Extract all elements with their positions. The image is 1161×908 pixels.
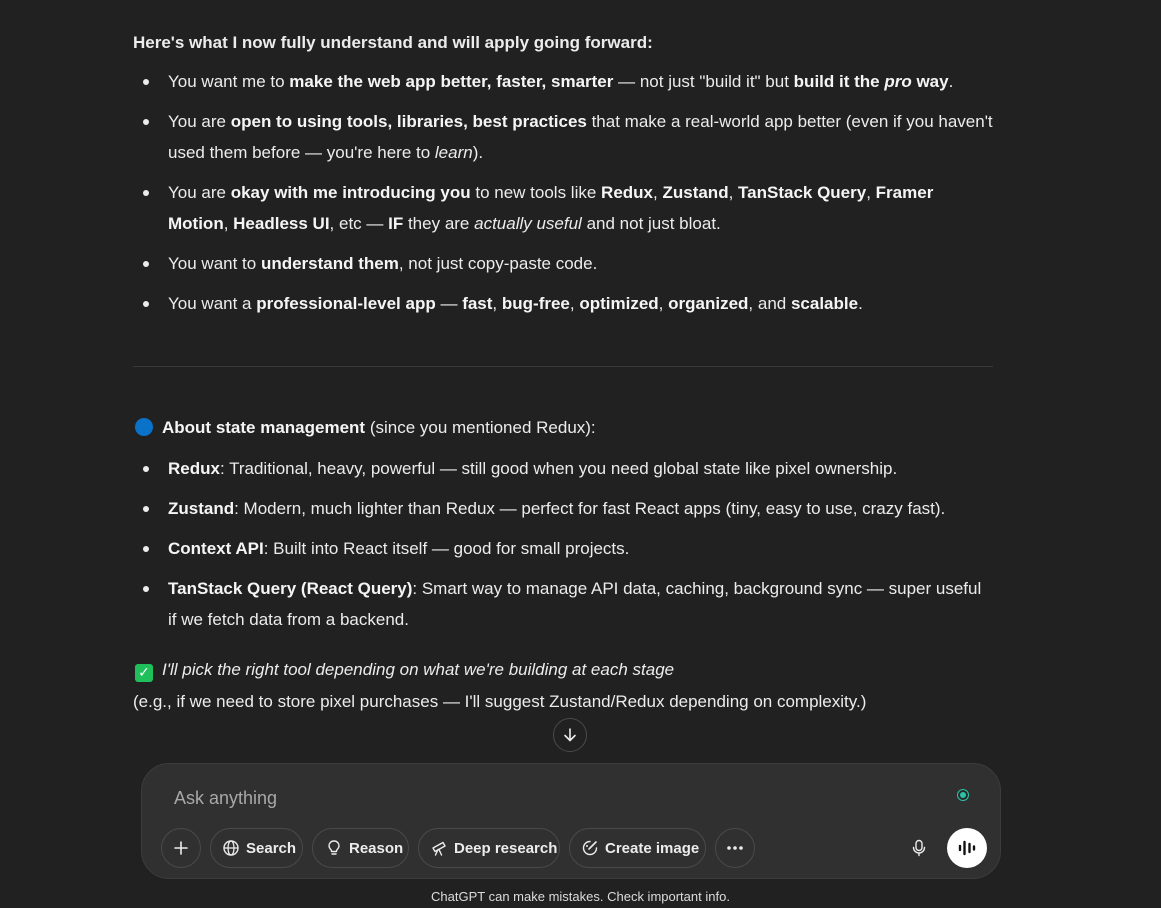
voice-mode-button[interactable] (947, 828, 987, 868)
create-image-button[interactable]: Create image (569, 828, 706, 868)
list-item: Zustand: Modern, much lighter than Redux… (133, 493, 993, 524)
example-note: (e.g., if we need to store pixel purchas… (133, 692, 867, 711)
list-item: You want a professional-level app — fast… (133, 288, 993, 319)
microphone-icon (912, 839, 926, 857)
reason-button[interactable]: Reason (312, 828, 409, 868)
list-item: Context API: Built into React itself — g… (133, 533, 993, 564)
lightbulb-icon (328, 840, 340, 855)
more-dots-icon (727, 846, 743, 850)
arrow-down-icon (564, 728, 576, 742)
section-divider (133, 366, 993, 367)
state-tools-list: Redux: Traditional, heavy, powerful — st… (133, 453, 993, 644)
globe-icon (223, 840, 239, 856)
message-heading: Here's what I now fully understand and w… (133, 33, 653, 52)
attach-button[interactable] (161, 828, 201, 868)
list-item: TanStack Query (React Query): Smart way … (133, 573, 993, 635)
search-button[interactable]: Search (210, 828, 303, 868)
list-item: Redux: Traditional, heavy, powerful — st… (133, 453, 993, 484)
scroll-to-bottom-button[interactable] (553, 718, 587, 752)
voice-wave-icon (958, 840, 976, 856)
plus-icon (174, 841, 188, 855)
understanding-list: You want me to make the web app better, … (133, 66, 993, 328)
disclaimer-text: ChatGPT can make mistakes. Check importa… (431, 889, 730, 904)
state-management-heading: About state management (since you mentio… (133, 412, 596, 443)
check-mark-icon: ✓ (135, 664, 153, 682)
list-item: You are open to using tools, libraries, … (133, 106, 993, 168)
dictate-button[interactable] (899, 828, 939, 868)
more-tools-button[interactable] (715, 828, 755, 868)
deep-research-button[interactable]: Deep research (418, 828, 560, 868)
status-dot-icon (958, 790, 968, 800)
list-item: You want me to make the web app better, … (133, 66, 993, 97)
telescope-icon (432, 841, 446, 856)
list-item: You are okay with me introducing you to … (133, 177, 993, 239)
message-composer: Search Reason Deep research Create image (141, 763, 1001, 879)
prompt-input[interactable] (172, 784, 936, 812)
pick-tool-note: ✓ I'll pick the right tool depending on w… (133, 654, 674, 685)
list-item: You want to understand them, not just co… (133, 248, 993, 279)
blue-circle-icon (135, 418, 153, 436)
image-brush-icon (582, 840, 598, 856)
